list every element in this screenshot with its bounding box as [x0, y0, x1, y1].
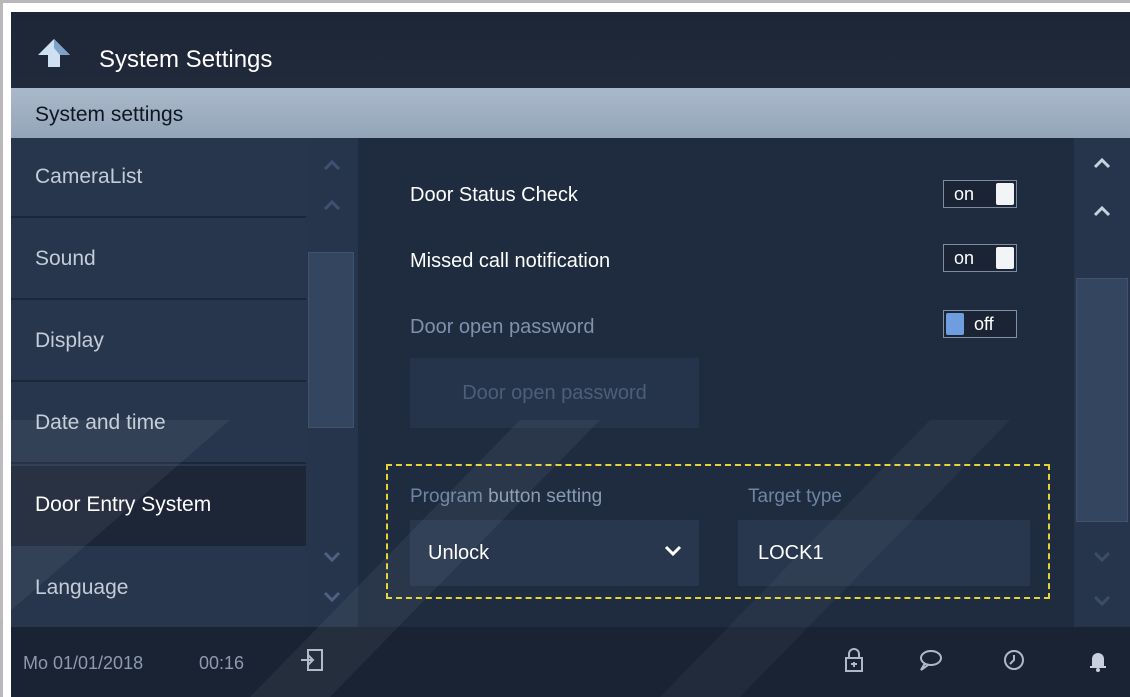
sidebar-item-label: Sound [35, 247, 96, 270]
target-type-value: LOCK1 [758, 541, 824, 564]
door-open-password-button-label: Door open password [462, 381, 647, 404]
chevron-up-icon[interactable] [1092, 156, 1112, 170]
door-open-password-label: Door open password [410, 316, 595, 338]
scrollbar-thumb[interactable] [308, 252, 354, 428]
toggle-state-label: on [954, 184, 975, 204]
message-icon[interactable] [917, 647, 943, 673]
missed-call-notification-label: Missed call notification [410, 250, 611, 272]
section-header: System settings [11, 88, 1130, 138]
back-arrow-icon[interactable] [37, 38, 71, 68]
sidebar-item-door-entry-system[interactable]: Door Entry System [11, 466, 306, 546]
scrollbar-thumb[interactable] [1076, 278, 1128, 522]
toggle-knob [996, 247, 1014, 269]
status-time: 00:16 [199, 653, 245, 673]
sidebar-item-label: Language [35, 576, 129, 599]
settings-panel: Door Status Check on Missed call notific… [358, 138, 1074, 627]
program-button-setting-label: Program button setting [410, 486, 603, 507]
sidebar-item-display[interactable]: Display [11, 302, 306, 382]
history-icon[interactable] [1001, 647, 1027, 673]
door-status-check-toggle[interactable]: on [943, 180, 1017, 208]
chevron-down-icon[interactable] [1092, 550, 1112, 564]
toggle-state-label: off [974, 314, 994, 334]
sidebar-item-language[interactable]: Language [11, 548, 306, 628]
chevron-down-icon [664, 545, 682, 557]
status-bar: Mo 01/01/2018 00:16 [11, 627, 1130, 697]
door-open-password-toggle[interactable]: off [943, 310, 1017, 338]
title-bar: System Settings [11, 12, 1130, 88]
sidebar-menu: CameraList Sound Display Date and time D… [11, 138, 306, 627]
chevron-down-icon[interactable] [322, 590, 342, 604]
missed-call-notification-toggle[interactable]: on [943, 244, 1017, 272]
toggle-knob [996, 183, 1014, 205]
chevron-up-icon[interactable] [322, 158, 342, 172]
program-button-selected-value: Unlock [428, 541, 490, 564]
sidebar-item-sound[interactable]: Sound [11, 220, 306, 300]
page-title: System Settings [99, 46, 273, 73]
sidebar-item-label: CameraList [35, 165, 143, 188]
chevron-down-icon[interactable] [322, 550, 342, 564]
content-scrollbar[interactable] [1074, 138, 1130, 627]
sidebar-item-label: Door Entry System [35, 493, 212, 516]
target-type-label: Target type [748, 486, 842, 507]
sidebar-item-cameralist[interactable]: CameraList [11, 138, 306, 218]
sidebar-item-date-and-time[interactable]: Date and time [11, 384, 306, 464]
device-screen: System Settings System settings CameraLi… [11, 12, 1130, 697]
sidebar-scrollbar[interactable] [306, 138, 358, 627]
bell-icon[interactable] [1085, 647, 1111, 673]
section-header-label: System settings [35, 103, 184, 126]
toggle-state-label: on [954, 248, 975, 268]
chevron-up-icon[interactable] [1092, 204, 1112, 218]
sidebar-item-label: Display [35, 329, 104, 352]
program-button-select[interactable]: Unlock [410, 520, 699, 586]
status-date: Mo 01/01/2018 [23, 653, 144, 673]
toggle-knob [946, 313, 964, 335]
target-type-field[interactable]: LOCK1 [738, 520, 1030, 586]
chevron-up-icon[interactable] [322, 198, 342, 212]
door-open-password-button[interactable]: Door open password [410, 358, 699, 428]
door-status-check-label: Door Status Check [410, 184, 578, 206]
sidebar-item-label: Date and time [35, 411, 166, 434]
logout-icon[interactable] [299, 647, 325, 673]
lock-icon[interactable] [841, 647, 867, 673]
chevron-down-icon[interactable] [1092, 594, 1112, 608]
